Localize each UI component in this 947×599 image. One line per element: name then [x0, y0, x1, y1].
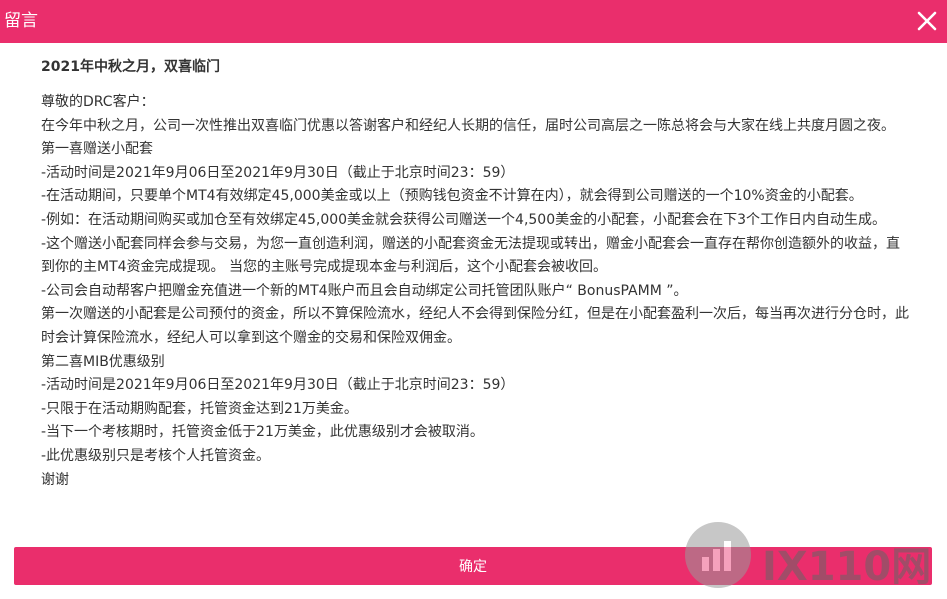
- message-line: -活动时间是2021年9月06日至2021年9月30日（截止于北京时间23：59…: [41, 377, 515, 394]
- message-body: 2021年中秋之月，双喜临门 尊敬的DRC客户： 在今年中秋之月，公司一次性推出…: [41, 56, 911, 492]
- message-line: 谢谢: [41, 471, 69, 488]
- message-line: 第一喜赠送小配套: [41, 141, 153, 158]
- dialog-title: 留言: [4, 11, 38, 31]
- message-line: -公司会自动帮客户把赠金充值进一个新的MT4账户而且会自动绑定公司托管团队账户“…: [41, 282, 688, 299]
- confirm-button[interactable]: 确定: [14, 547, 932, 585]
- message-line: -例如：在活动期间购买或加仓至有效绑定45,000美金就会获得公司赠送一个4,5…: [41, 211, 887, 228]
- dialog-header: 留言: [0, 0, 947, 43]
- message-line: 尊敬的DRC客户：: [41, 94, 155, 110]
- message-line: 在今年中秋之月，公司一次性推出双喜临门优惠以答谢客户和经纪人长期的信任，届时公司…: [41, 117, 895, 134]
- message-line: 第一次赠送的小配套是公司预付的资金，所以不算保险流水，经纪人不会得到保险分红，但…: [41, 306, 909, 346]
- message-line: 第二喜MIB优惠级别: [41, 353, 165, 370]
- message-line: -当下一个考核期时，托管资金低于21万美金，此优惠级别才会被取消。: [41, 424, 484, 441]
- message-line: -这个赠送小配套同样会参与交易，为您一直创造利润，赠送的小配套资金无法提现或转出…: [41, 235, 901, 276]
- message-title: 2021年中秋之月，双喜临门: [41, 59, 220, 75]
- message-line: -只限于在活动期购配套，托管资金达到21万美金。: [41, 400, 358, 417]
- message-line: -在活动期间，只要单个MT4有效绑定45,000美金或以上（预购钱包资金不计算在…: [41, 188, 863, 205]
- message-dialog: 留言 2021年中秋之月，双喜临门 尊敬的DRC客户： 在今年中秋之月，公司一次…: [0, 0, 947, 599]
- close-icon[interactable]: [915, 9, 939, 33]
- message-line: -此优惠级别只是考核个人托管资金。: [41, 447, 271, 464]
- message-line: -活动时间是2021年9月06日至2021年9月30日（截止于北京时间23：59…: [41, 164, 515, 181]
